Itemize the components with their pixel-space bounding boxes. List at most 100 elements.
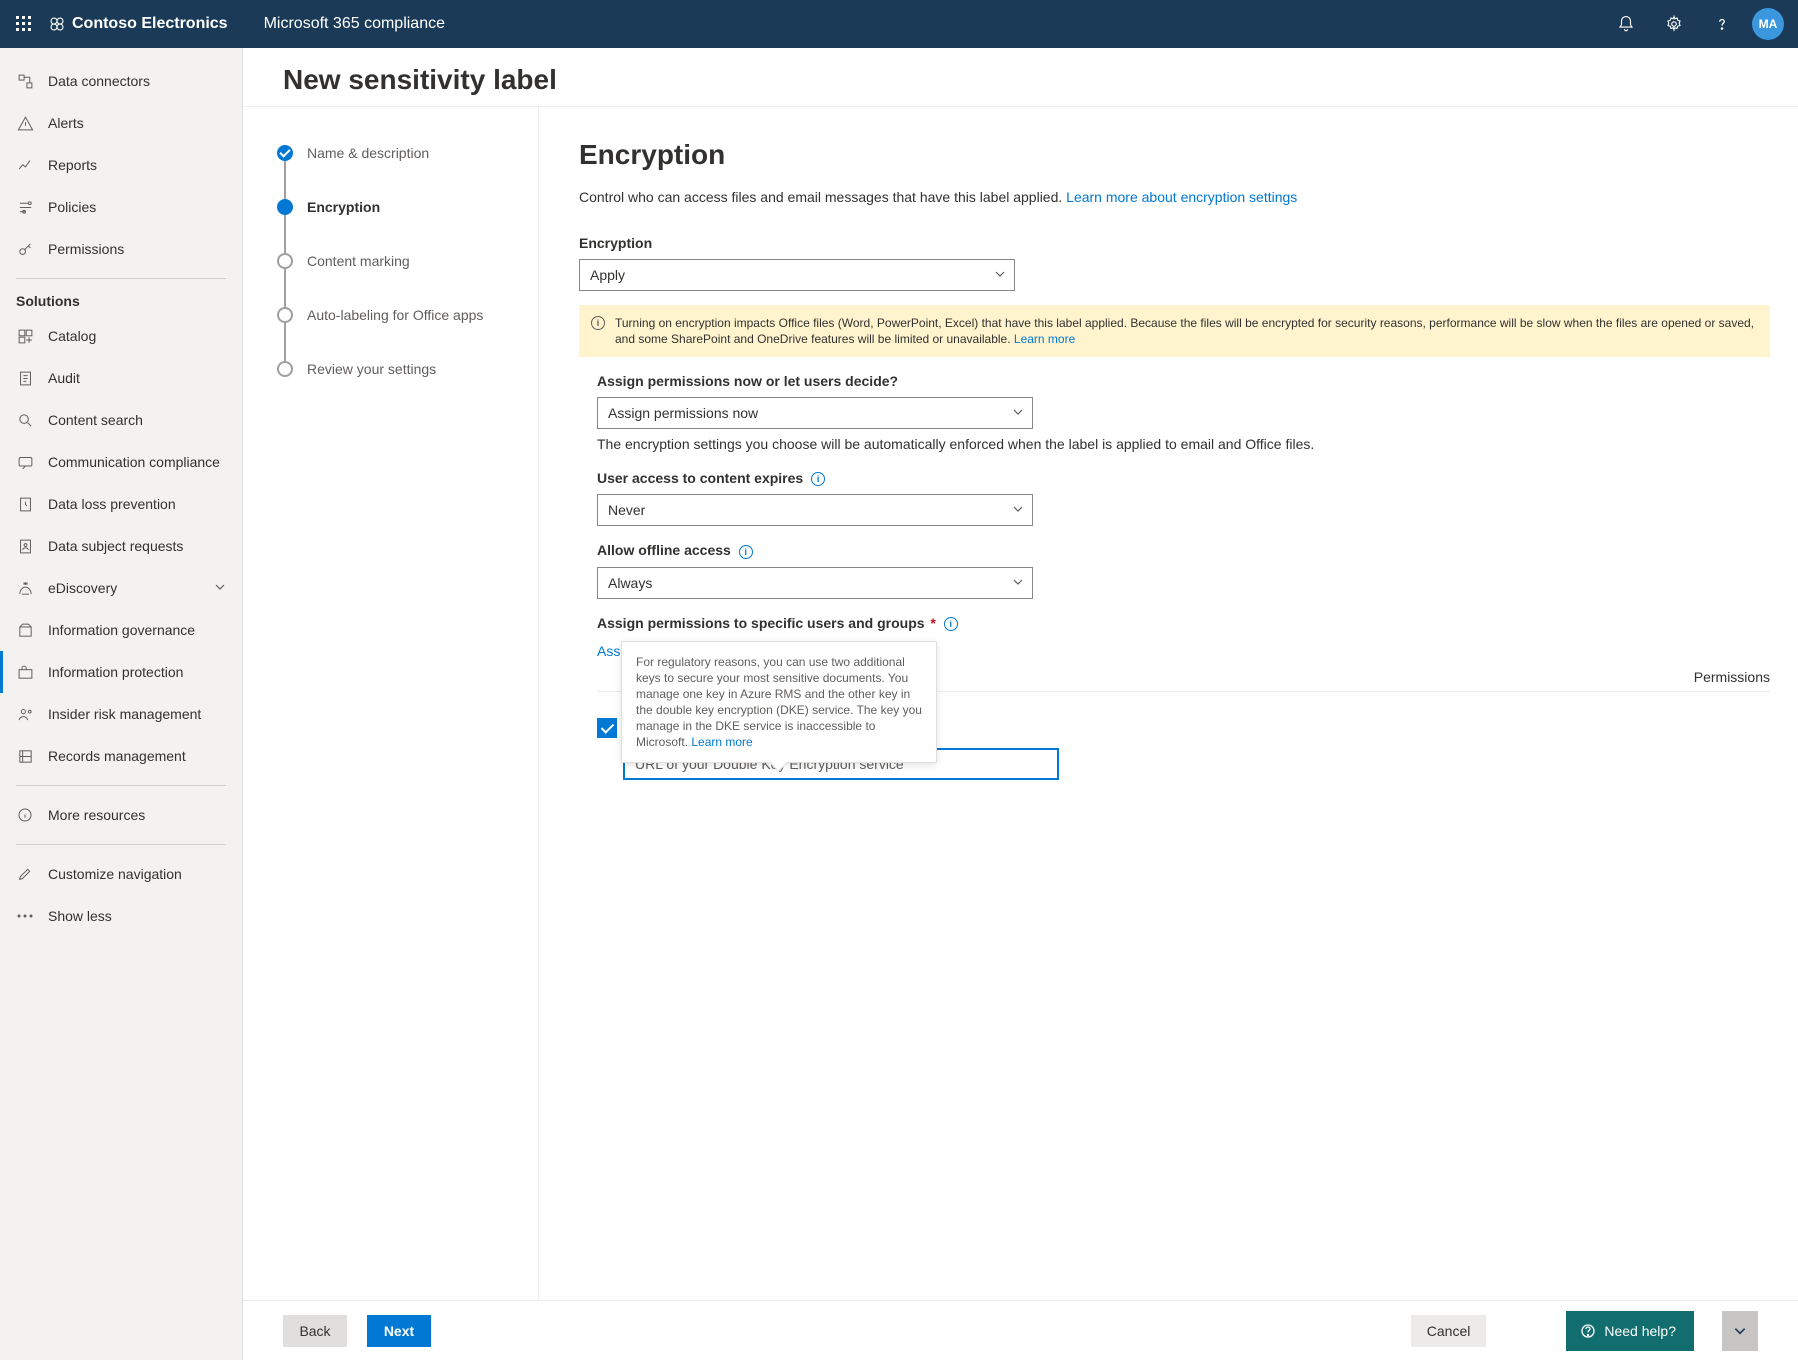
assign-permissions-now-label: Assign permissions now or let users deci… — [597, 373, 1770, 389]
nav-item-ediscovery[interactable]: eDiscovery — [0, 567, 242, 609]
step-label: Review your settings — [307, 361, 436, 377]
pencil-icon — [16, 865, 34, 883]
nav-customize[interactable]: Customize navigation — [0, 853, 242, 895]
nav-item-audit[interactable]: Audit — [0, 357, 242, 399]
notifications-icon[interactable] — [1602, 0, 1650, 48]
wizard-footer: Back Next Cancel Need help? — [243, 1300, 1798, 1360]
ediscovery-icon — [16, 579, 34, 597]
allow-offline-access-label: Allow offline access i — [597, 542, 1770, 558]
nav-divider — [16, 278, 226, 279]
nav-show-less[interactable]: Show less — [0, 895, 242, 937]
waffle-icon[interactable] — [8, 8, 40, 40]
gear-icon[interactable] — [1650, 0, 1698, 48]
chevron-down-icon — [994, 267, 1006, 283]
nav-label: Information governance — [48, 622, 226, 638]
step-name-description[interactable]: Name & description — [243, 145, 538, 161]
nav-item-permissions[interactable]: Permissions — [0, 228, 242, 270]
need-help-button[interactable]: Need help? — [1566, 1311, 1694, 1351]
more-icon — [16, 907, 34, 925]
info-icon — [16, 806, 34, 824]
dlp-icon — [16, 495, 34, 513]
org-name: Contoso Electronics — [72, 15, 228, 33]
avatar[interactable]: MA — [1752, 8, 1784, 40]
step-dot — [277, 307, 293, 323]
nav-item-data-loss-prevention[interactable]: Data loss prevention — [0, 483, 242, 525]
nav-label: Data subject requests — [48, 538, 226, 554]
chart-icon — [16, 156, 34, 174]
nav-item-alerts[interactable]: Alerts — [0, 102, 242, 144]
nav-label: Information protection — [48, 664, 226, 680]
info-icon[interactable]: i — [944, 617, 958, 631]
step-label: Auto-labeling for Office apps — [307, 307, 483, 323]
nav-more-resources[interactable]: More resources — [0, 794, 242, 836]
nav-item-data-connectors[interactable]: Data connectors — [0, 60, 242, 102]
chevron-down-icon — [214, 580, 226, 596]
content-lede: Control who can access files and email m… — [579, 187, 1770, 207]
nav-item-data-subject-requests[interactable]: Data subject requests — [0, 525, 242, 567]
dke-tooltip: For regulatory reasons, you can use two … — [621, 641, 937, 763]
help-icon[interactable] — [1698, 0, 1746, 48]
allow-offline-access-dropdown[interactable]: Always — [597, 567, 1033, 599]
key-icon — [16, 240, 34, 258]
cancel-button[interactable]: Cancel — [1411, 1315, 1487, 1347]
info-icon[interactable]: i — [739, 545, 753, 559]
nav-label: Content search — [48, 412, 226, 428]
back-button[interactable]: Back — [283, 1315, 347, 1347]
encryption-dropdown[interactable]: Apply — [579, 259, 1015, 291]
topbar: Contoso Electronics Microsoft 365 compli… — [0, 0, 1798, 48]
learn-more-link[interactable]: Learn more about encryption settings — [1066, 189, 1297, 205]
info-icon: i — [591, 316, 605, 330]
nav-item-information-protection[interactable]: Information protection — [0, 651, 242, 693]
chat-icon — [16, 453, 34, 471]
user-access-expires-label: User access to content expires i — [597, 470, 1770, 486]
nav-label: eDiscovery — [48, 580, 200, 596]
learn-more-link[interactable]: Learn more — [1014, 332, 1075, 346]
step-dot — [277, 199, 293, 215]
dsr-icon — [16, 537, 34, 555]
nav-item-catalog[interactable]: Catalog — [0, 315, 242, 357]
connectors-icon — [16, 72, 34, 90]
nav-label: Audit — [48, 370, 226, 386]
info-icon[interactable]: i — [811, 472, 825, 486]
step-encryption[interactable]: Encryption — [243, 199, 538, 215]
step-auto-labeling-for-office-apps[interactable]: Auto-labeling for Office apps — [243, 307, 538, 323]
learn-more-link[interactable]: Learn more — [691, 735, 752, 749]
insider-icon — [16, 705, 34, 723]
encryption-label: Encryption — [579, 235, 1770, 251]
step-label: Name & description — [307, 145, 429, 161]
assign-permissions-now-dropdown[interactable]: Assign permissions now — [597, 397, 1033, 429]
nav-item-reports[interactable]: Reports — [0, 144, 242, 186]
next-button[interactable]: Next — [367, 1315, 431, 1347]
nav-item-insider-risk-management[interactable]: Insider risk management — [0, 693, 242, 735]
nav-item-policies[interactable]: Policies — [0, 186, 242, 228]
nav-divider — [16, 844, 226, 845]
step-dot — [277, 253, 293, 269]
step-label: Content marking — [307, 253, 410, 269]
records-icon — [16, 747, 34, 765]
need-help-toggle[interactable] — [1722, 1311, 1758, 1351]
user-access-expires-dropdown[interactable]: Never — [597, 494, 1033, 526]
nav-label: Alerts — [48, 115, 226, 131]
nav-label: Records management — [48, 748, 226, 764]
nav-item-content-search[interactable]: Content search — [0, 399, 242, 441]
nav-item-communication-compliance[interactable]: Communication compliance — [0, 441, 242, 483]
step-content-marking[interactable]: Content marking — [243, 253, 538, 269]
step-review-your-settings[interactable]: Review your settings — [243, 361, 538, 377]
content-heading: Encryption — [579, 139, 1770, 171]
nav-item-information-governance[interactable]: Information governance — [0, 609, 242, 651]
nav-section-solutions: Solutions — [0, 287, 242, 315]
step-label: Encryption — [307, 199, 380, 215]
chevron-down-icon — [1012, 502, 1024, 518]
nav-label: Policies — [48, 199, 226, 215]
main: New sensitivity label Name & description… — [243, 48, 1798, 1360]
ig-icon — [16, 621, 34, 639]
search-icon — [16, 411, 34, 429]
nav-divider — [16, 785, 226, 786]
page-title: New sensitivity label — [243, 48, 1798, 107]
nav-item-records-management[interactable]: Records management — [0, 735, 242, 777]
org-brand[interactable]: Contoso Electronics — [48, 15, 228, 33]
assign-permissions-helptext: The encryption settings you choose will … — [597, 435, 1770, 454]
content-pane: Encryption Control who can access files … — [539, 107, 1798, 1300]
dke-checkbox[interactable] — [597, 718, 617, 738]
catalog-icon — [16, 327, 34, 345]
